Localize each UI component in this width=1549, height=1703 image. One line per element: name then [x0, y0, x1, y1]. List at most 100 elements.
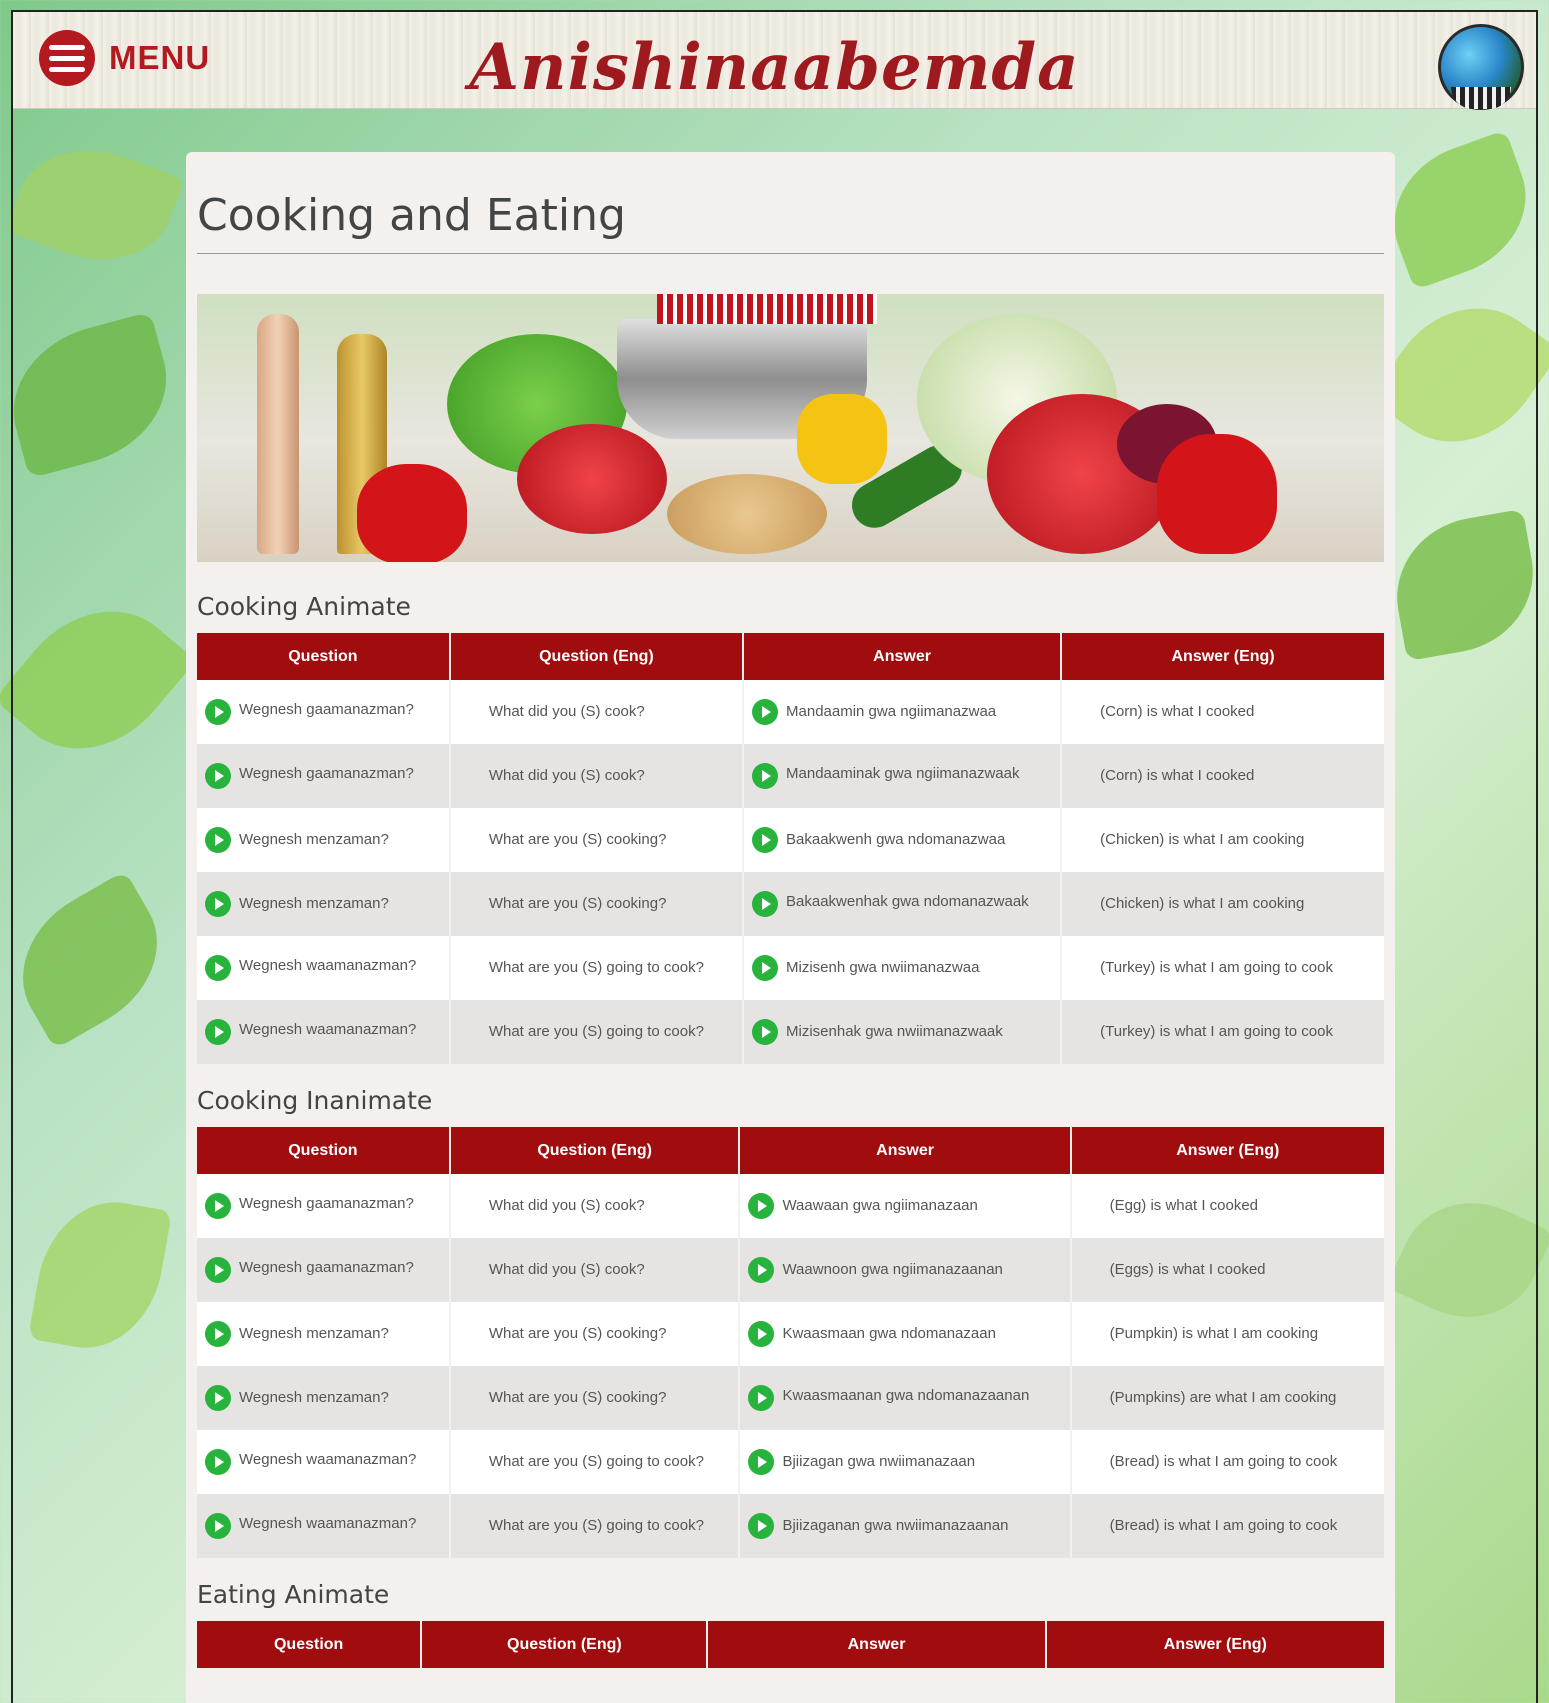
play-audio-icon[interactable] [205, 699, 231, 725]
answer-eng-text: (Corn) is what I cooked [1060, 680, 1384, 744]
column-header-question-eng: Question (Eng) [448, 1127, 740, 1174]
question-eng-text: What did you (S) cook? [448, 680, 744, 744]
phrase-table-eating-animate: Question Question (Eng) Answer Answer (E… [197, 1621, 1384, 1668]
play-audio-icon[interactable] [205, 827, 231, 853]
question-text: Wegnesh menzaman? [239, 830, 389, 848]
section-title-eating-animate: Eating Animate [197, 1580, 390, 1609]
table-row: Wegnesh waamanazman? What are you (S) go… [197, 936, 1384, 1000]
table-row: Wegnesh gaamanazman? What did you (S) co… [197, 1174, 1384, 1238]
answer-eng-text: (Eggs) is what I cooked [1069, 1238, 1384, 1302]
question-text: Wegnesh waamanazman? [239, 1021, 417, 1038]
play-audio-icon[interactable] [752, 1019, 779, 1045]
question-eng-text: What did you (S) cook? [448, 744, 744, 808]
question-text: Wegnesh waamanazman? [239, 957, 417, 974]
play-audio-icon[interactable] [752, 891, 779, 917]
answer-text: Bjiizaganan gwa nwiimanazaanan [782, 1516, 1009, 1534]
column-header-answer-eng: Answer (Eng) [1060, 633, 1384, 680]
table-row: Wegnesh menzaman? What are you (S) cooki… [197, 872, 1384, 936]
question-eng-text: What did you (S) cook? [448, 1238, 740, 1302]
table-row: Wegnesh menzaman? What are you (S) cooki… [197, 1302, 1384, 1366]
answer-text: Bakaakwenhak gwa ndomanazwaak [786, 893, 1029, 910]
section-title-cooking-inanimate: Cooking Inanimate [197, 1086, 433, 1115]
page-frame: MENU Anishinaabemda Cooking and Eating C… [11, 10, 1538, 1703]
question-text: Wegnesh gaamanazman? [239, 701, 414, 718]
answer-text: Waawaan gwa ngiimanazaan [782, 1196, 978, 1214]
hero-image-vegetables [197, 294, 1384, 562]
main-content: Cooking and Eating Cooking Animate Quest… [186, 152, 1395, 1703]
play-audio-icon[interactable] [752, 699, 779, 725]
column-header-question-eng: Question (Eng) [420, 1621, 708, 1668]
red-pepper-right [1157, 434, 1277, 554]
column-header-question: Question [197, 633, 450, 680]
question-eng-text: What are you (S) going to cook? [448, 1000, 744, 1064]
question-eng-text: What are you (S) cooking? [448, 1302, 740, 1366]
play-audio-icon[interactable] [205, 1019, 231, 1045]
answer-eng-text: (Turkey) is what I am going to cook [1060, 936, 1384, 1000]
answer-eng-text: (Turkey) is what I am going to cook [1060, 1000, 1384, 1064]
play-audio-icon[interactable] [205, 1449, 231, 1475]
red-pepper [357, 464, 467, 562]
question-text: Wegnesh gaamanazman? [239, 1195, 414, 1212]
answer-eng-text: (Bread) is what I am going to cook [1069, 1430, 1384, 1494]
play-audio-icon[interactable] [752, 827, 779, 853]
question-text: Wegnesh menzaman? [239, 1388, 389, 1406]
play-audio-icon[interactable] [752, 955, 779, 981]
site-brand[interactable]: Anishinaabemda [13, 30, 1536, 105]
column-header-question: Question [197, 1621, 422, 1668]
column-header-answer: Answer [738, 1127, 1071, 1174]
question-eng-text: What did you (S) cook? [448, 1174, 740, 1238]
play-audio-icon[interactable] [748, 1385, 775, 1411]
question-text: Wegnesh waamanazman? [239, 1515, 417, 1532]
column-header-question: Question [197, 1127, 450, 1174]
answer-eng-text: (Chicken) is what I am cooking [1060, 872, 1384, 936]
page-title: Cooking and Eating [197, 152, 1384, 254]
play-audio-icon[interactable] [205, 1385, 231, 1411]
play-audio-icon[interactable] [748, 1513, 775, 1539]
pepper-mill [257, 314, 299, 554]
table-row: Wegnesh menzaman? What are you (S) cooki… [197, 808, 1384, 872]
play-audio-icon[interactable] [205, 1321, 231, 1347]
answer-text: Bjiizagan gwa nwiimanazaan [782, 1452, 976, 1470]
play-audio-icon[interactable] [205, 1257, 231, 1283]
answer-text: Kwaasmaanan gwa ndomanazaanan [782, 1387, 1030, 1404]
answer-text: Waawnoon gwa ngiimanazaanan [782, 1260, 1003, 1278]
question-eng-text: What are you (S) going to cook? [448, 936, 744, 1000]
column-header-question-eng: Question (Eng) [448, 633, 744, 680]
answer-text: Mandaamin gwa ngiimanazwaa [786, 702, 997, 720]
answer-text: Bakaakwenh gwa ndomanazwaa [786, 830, 1006, 848]
question-text: Wegnesh gaamanazman? [239, 765, 414, 782]
play-audio-icon[interactable] [748, 1193, 775, 1219]
play-audio-icon[interactable] [205, 1193, 231, 1219]
question-eng-text: What are you (S) cooking? [448, 808, 744, 872]
play-audio-icon[interactable] [205, 1513, 231, 1539]
section-title-cooking-animate: Cooking Animate [197, 592, 411, 621]
question-text: Wegnesh menzaman? [239, 1324, 389, 1342]
answer-text: Mizisenhak gwa nwiimanazwaak [786, 1022, 1003, 1040]
play-audio-icon[interactable] [205, 763, 231, 789]
answer-eng-text: (Egg) is what I cooked [1069, 1174, 1384, 1238]
table-row: Wegnesh gaamanazman? What did you (S) co… [197, 1238, 1384, 1302]
question-eng-text: What are you (S) going to cook? [448, 1494, 740, 1558]
table-row: Wegnesh waamanazman? What are you (S) go… [197, 1000, 1384, 1064]
answer-text: Kwaasmaan gwa ndomanazaan [782, 1324, 996, 1342]
play-audio-icon[interactable] [752, 763, 779, 789]
yellow-pepper [797, 394, 887, 484]
play-audio-icon[interactable] [748, 1257, 775, 1283]
answer-eng-text: (Pumpkin) is what I am cooking [1069, 1302, 1384, 1366]
question-eng-text: What are you (S) cooking? [448, 872, 744, 936]
question-eng-text: What are you (S) cooking? [448, 1366, 740, 1430]
table-row: Wegnesh gaamanazman? What did you (S) co… [197, 680, 1384, 744]
answer-eng-text: (Corn) is what I cooked [1060, 744, 1384, 808]
globe-logo-icon[interactable] [1438, 24, 1524, 110]
table-row: Wegnesh gaamanazman? What did you (S) co… [197, 744, 1384, 808]
answer-eng-text: (Bread) is what I am going to cook [1069, 1494, 1384, 1558]
question-text: Wegnesh menzaman? [239, 894, 389, 912]
play-audio-icon[interactable] [748, 1321, 775, 1347]
play-audio-icon[interactable] [205, 891, 231, 917]
play-audio-icon[interactable] [748, 1449, 775, 1475]
answer-text: Mandaaminak gwa ngiimanazwaak [786, 765, 1020, 782]
question-text: Wegnesh gaamanazman? [239, 1259, 414, 1276]
table-row: Wegnesh waamanazman? What are you (S) go… [197, 1494, 1384, 1558]
play-audio-icon[interactable] [205, 955, 231, 981]
column-header-answer: Answer [742, 633, 1062, 680]
